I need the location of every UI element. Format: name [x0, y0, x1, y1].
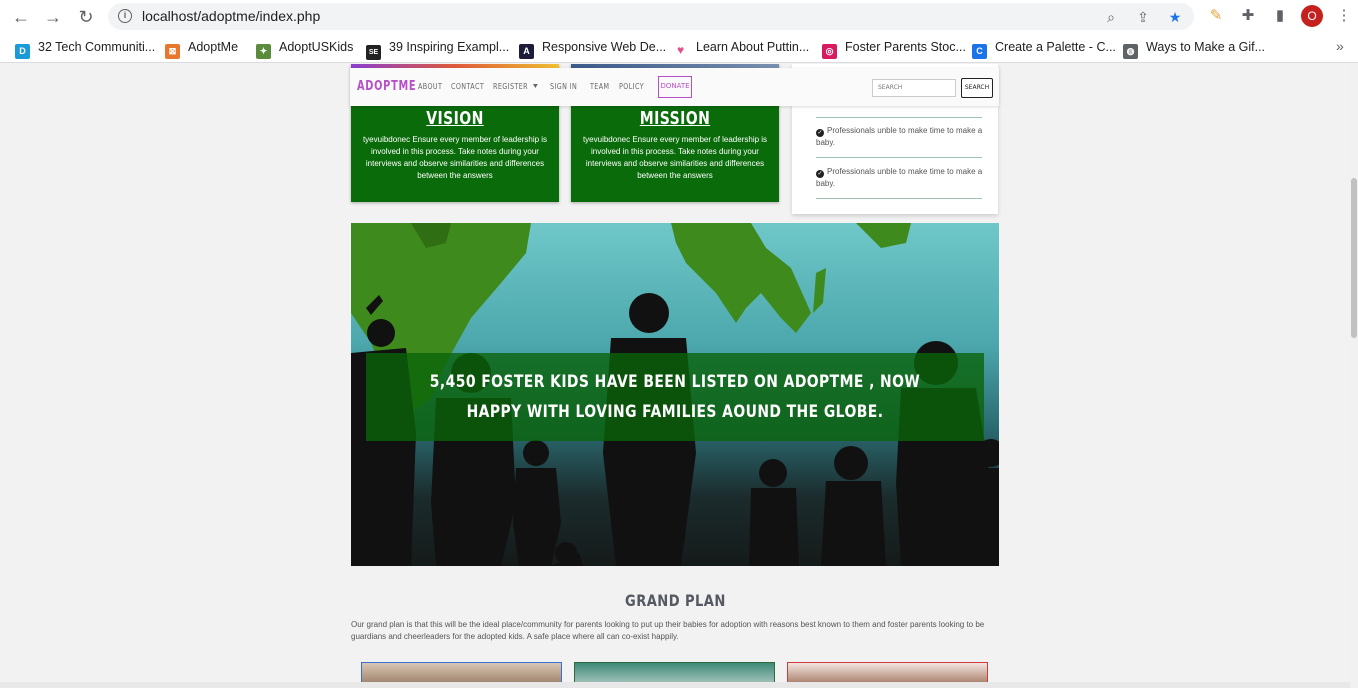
list-item: ✓ Professionals unble to make time to mak… — [816, 167, 983, 188]
bookmark-star-icon[interactable]: ★ — [1166, 8, 1184, 26]
bookmark-item[interactable]: ◍ Ways to Make a Gif... — [1123, 40, 1265, 59]
zoom-icon[interactable]: ⌕ — [1102, 8, 1120, 26]
mission-text: tyevuibdonec Ensure every member of lead… — [582, 135, 768, 180]
page-viewport: VISION tyevuibdonec Ensure every member … — [0, 64, 1350, 688]
site-info-icon[interactable]: i — [118, 9, 132, 23]
bookmark-favicon-icon: ⊠ — [165, 44, 180, 59]
bookmark-item[interactable]: ♥ Learn About Puttin... — [673, 40, 809, 58]
side-panel-icon[interactable]: ▮ — [1270, 6, 1290, 26]
bookmark-favicon-icon: ♥ — [673, 43, 688, 58]
list-item: ✓ Professionals unble to make time to mak… — [816, 126, 983, 147]
check-circle-icon: ✓ — [816, 129, 824, 137]
nav-about[interactable]: ABOUT — [418, 82, 442, 91]
divider — [816, 198, 982, 199]
bookmark-item[interactable]: C Create a Palette - C... — [972, 40, 1116, 59]
grand-plan-text: Our grand plan is that this will be the … — [351, 620, 985, 641]
bookmark-item[interactable]: SE 39 Inspiring Exampl... — [366, 40, 509, 60]
url-text[interactable]: localhost/adoptme/index.php — [142, 8, 320, 24]
horizontal-scrollbar[interactable] — [0, 682, 1350, 688]
forward-icon[interactable]: → — [42, 6, 64, 28]
nav-sign-in[interactable]: SIGN IN — [550, 82, 577, 91]
search-button[interactable]: SEARCH — [961, 78, 993, 98]
bookmark-item[interactable]: D 32 Tech Communiti... — [15, 40, 155, 59]
menu-kebab-icon[interactable]: ⋮ — [1334, 6, 1354, 26]
mission-title: MISSION — [639, 108, 711, 129]
site-navbar: ADOPTME ABOUT CONTACT REGISTER SIGN IN T… — [350, 68, 999, 106]
bookmark-favicon-icon: SE — [366, 45, 381, 60]
profile-avatar[interactable]: O — [1301, 5, 1323, 27]
reload-icon[interactable]: ↻ — [75, 6, 97, 28]
bookmark-favicon-icon: C — [972, 44, 987, 59]
bookmark-favicon-icon: ✦ — [256, 44, 271, 59]
grand-plan-title: GRAND PLAN — [624, 591, 726, 610]
bookmark-favicon-icon: A — [519, 44, 534, 59]
hero-text: 5,450 FOSTER KIDS HAVE BEEN LISTED ON AD… — [429, 372, 921, 422]
divider — [816, 117, 982, 118]
bookmark-item[interactable]: ✦ AdoptUSKids — [256, 40, 353, 59]
bookmark-item[interactable]: ⊠ AdoptMe — [165, 40, 238, 59]
bookmark-item[interactable]: A Responsive Web De... — [519, 40, 666, 59]
share-icon[interactable]: ⇪ — [1134, 8, 1152, 26]
bookmark-favicon-icon: D — [15, 44, 30, 59]
nav-contact[interactable]: CONTACT — [451, 82, 484, 91]
caret-down-icon — [532, 84, 538, 88]
pen-extension-icon[interactable]: ✎ — [1206, 6, 1226, 26]
back-icon[interactable]: ← — [10, 6, 32, 28]
vertical-scrollbar[interactable] — [1350, 64, 1358, 688]
address-bar[interactable]: i localhost/adoptme/index.php ⌕ ⇪ ★ — [108, 3, 1194, 30]
hero-image: 5,450 FOSTER KIDS HAVE BEEN LISTED ON AD… — [351, 223, 999, 566]
bookmark-item[interactable]: ◎ Foster Parents Stoc... — [822, 40, 966, 59]
brand-logo[interactable]: ADOPTME — [357, 79, 416, 94]
check-circle-icon: ✓ — [816, 170, 824, 178]
browser-toolbar: ← → ↻ i localhost/adoptme/index.php ⌕ ⇪ … — [0, 0, 1358, 33]
vision-text: tyevuibdonec Ensure every member of lead… — [362, 135, 548, 180]
hero-banner: 5,450 FOSTER KIDS HAVE BEEN LISTED ON AD… — [366, 353, 984, 441]
bookmark-favicon-icon: ◍ — [1123, 44, 1138, 59]
vision-title: VISION — [426, 108, 484, 129]
nav-team[interactable]: TEAM — [590, 82, 609, 91]
bookmark-favicon-icon: ◎ — [822, 44, 837, 59]
divider — [816, 157, 982, 158]
more-bookmarks-icon[interactable]: » — [1336, 38, 1344, 54]
scrollbar-thumb[interactable] — [1351, 178, 1357, 338]
extensions-puzzle-icon[interactable]: ✚ — [1238, 6, 1258, 26]
nav-policy[interactable]: POLICY — [619, 82, 644, 91]
search-input[interactable]: SEARCH — [872, 79, 956, 97]
nav-register[interactable]: REGISTER — [493, 82, 538, 91]
donate-button[interactable]: DONATE — [658, 76, 692, 98]
bookmarks-bar: D 32 Tech Communiti... ⊠ AdoptMe ✦ AdoptUSK… — [0, 33, 1358, 63]
